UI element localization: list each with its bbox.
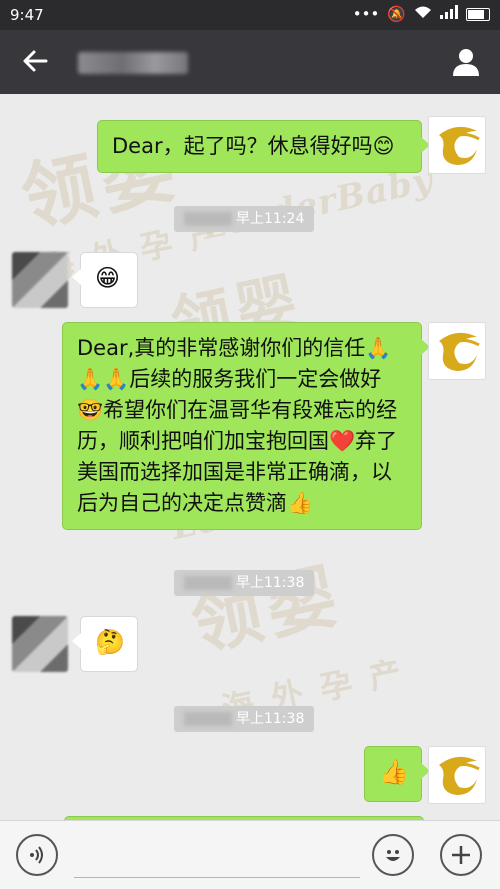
status-time: 9:47 — [10, 6, 44, 24]
brand-logo-avatar[interactable] — [428, 116, 486, 174]
timestamp: 早上11:24 — [174, 206, 315, 232]
plus-icon[interactable] — [440, 834, 482, 876]
message-bubble-outgoing[interactable]: Dear，起了吗？休息得好吗😊 — [97, 120, 430, 173]
signal-icon — [440, 5, 458, 23]
chat-area[interactable]: 领婴 海外孕产 领婴 LeaderBaby 领婴 LeaderBaby 海外孕产… — [0, 94, 500, 820]
watermark-text: 领婴 — [184, 552, 351, 666]
timestamp-redacted — [184, 576, 232, 590]
brand-logo-avatar[interactable] — [428, 746, 486, 804]
watermark-en: LeaderBaby — [198, 159, 437, 249]
message-bubble-incoming[interactable]: 😁 — [72, 252, 138, 308]
message-input[interactable] — [74, 835, 360, 878]
emoji-icon[interactable] — [372, 834, 414, 876]
brand-logo-avatar[interactable] — [428, 322, 486, 380]
contact-avatar[interactable] — [12, 252, 68, 308]
profile-icon[interactable] — [450, 46, 482, 78]
timestamp: 早上11:38 — [174, 706, 315, 732]
status-icons: ••• 🔕 — [353, 5, 490, 23]
message-bubble-outgoing[interactable]: 👍 — [364, 746, 430, 802]
wifi-icon — [414, 5, 432, 23]
message-bubble-incoming[interactable]: 🤔 — [72, 616, 138, 672]
voice-icon[interactable] — [16, 834, 58, 876]
battery-icon — [466, 7, 490, 21]
mute-icon: 🔕 — [387, 5, 406, 23]
timestamp: 早上11:38 — [174, 570, 315, 596]
input-bar — [0, 820, 500, 889]
contact-avatar[interactable] — [12, 616, 68, 672]
chat-header — [0, 30, 500, 94]
timestamp-redacted — [184, 712, 232, 726]
status-bar: 9:47 ••• 🔕 — [0, 0, 500, 30]
back-arrow-icon[interactable] — [20, 46, 50, 76]
contact-name-redacted — [78, 52, 188, 74]
more-dots-icon: ••• — [352, 5, 380, 23]
message-bubble-outgoing[interactable]: Dear,真的非常感谢你们的信任🙏🙏🙏后续的服务我们一定会做好🤓希望你们在温哥华… — [62, 322, 430, 530]
timestamp-redacted — [184, 212, 232, 226]
